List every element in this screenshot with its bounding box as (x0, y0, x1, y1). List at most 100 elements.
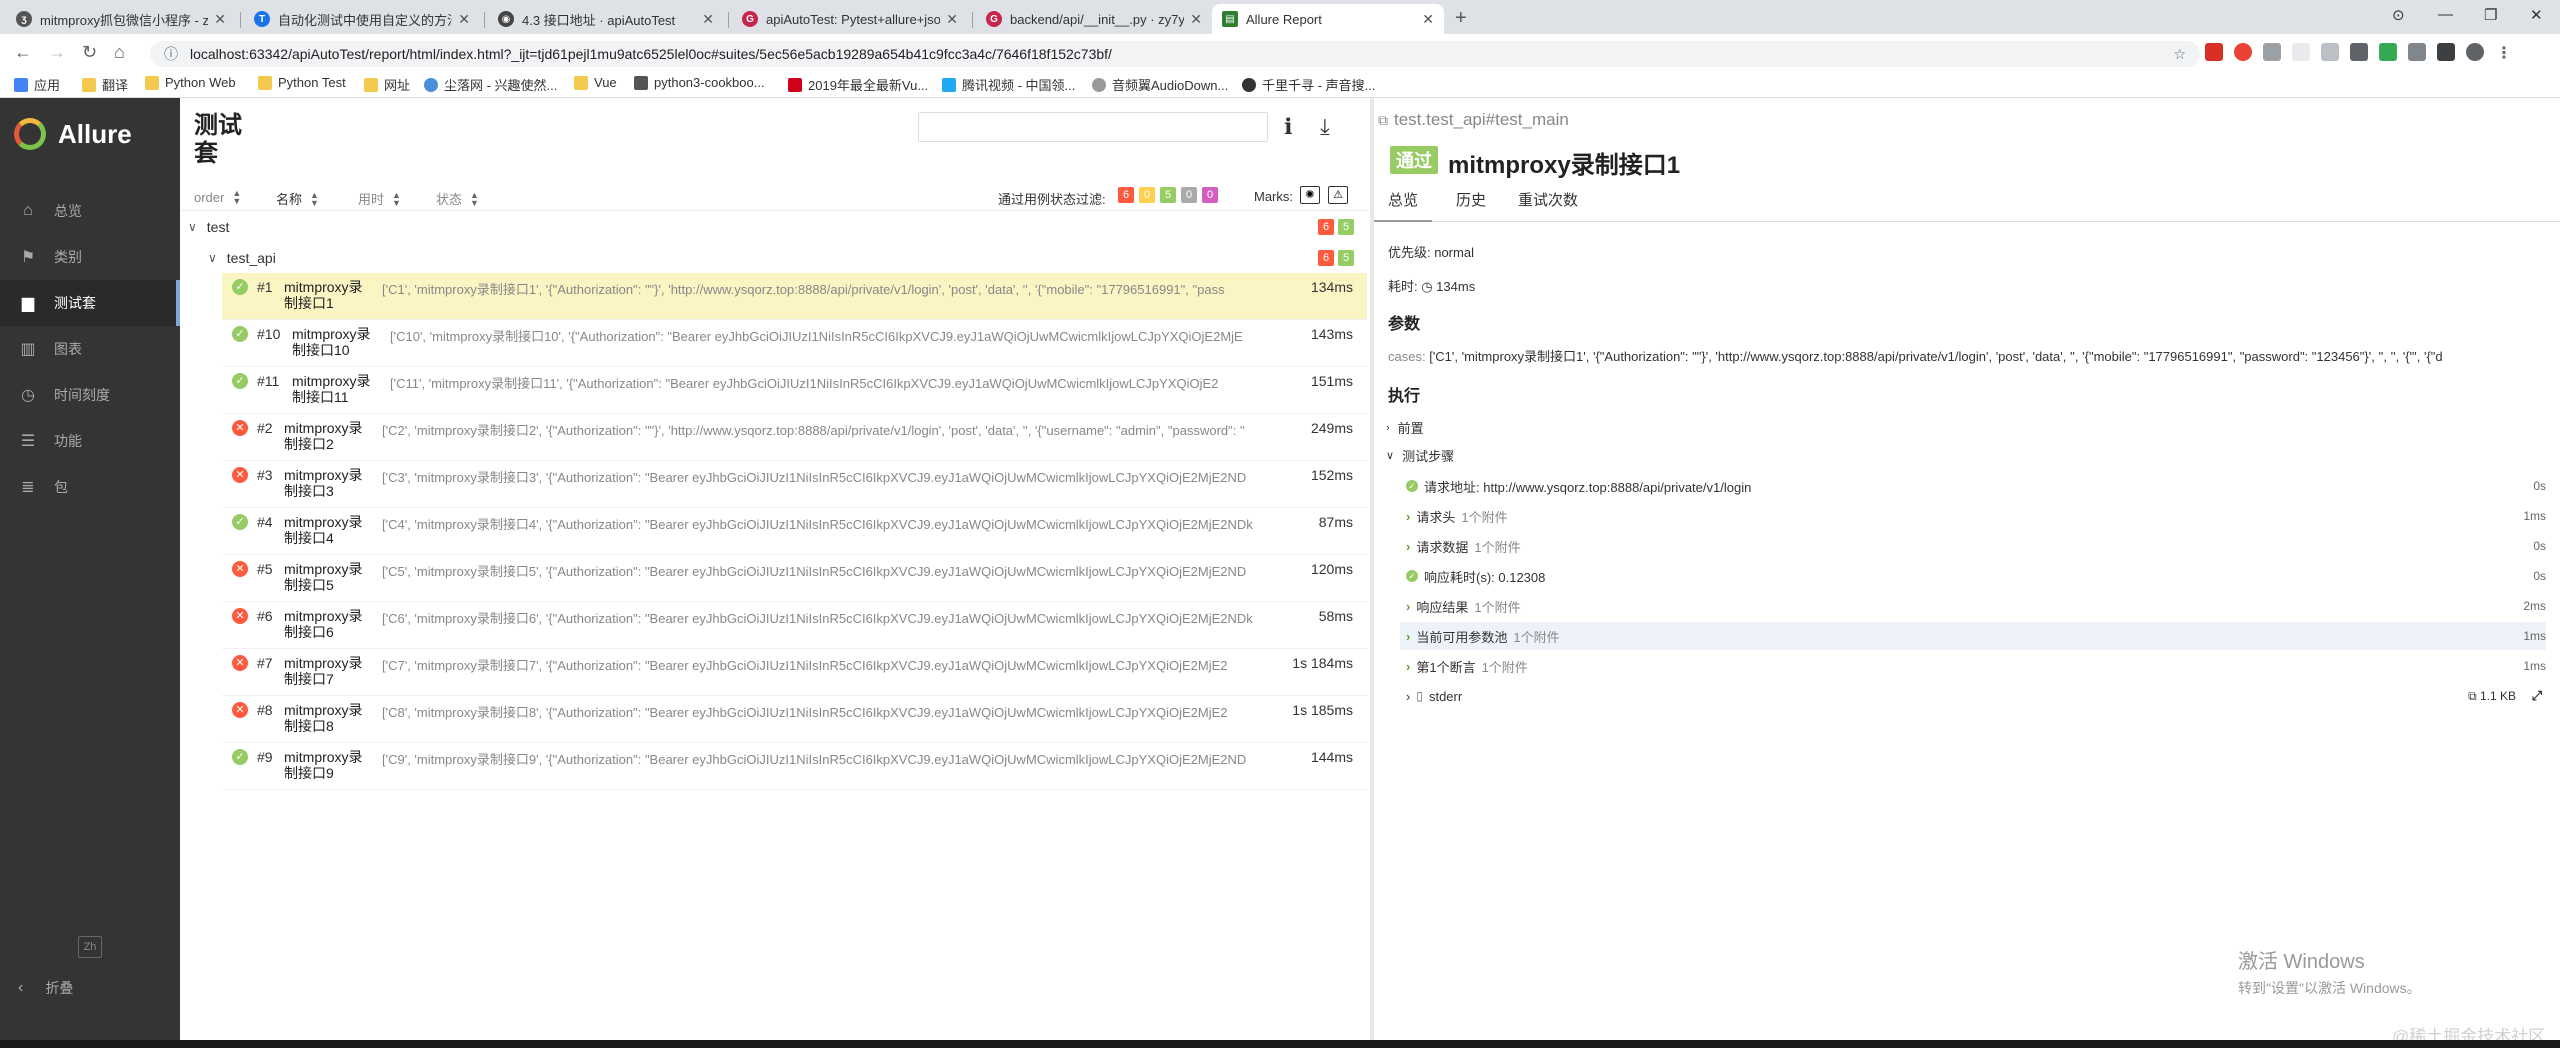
bookmark-item[interactable]: Python Web (145, 75, 236, 90)
sidebar-item-categories[interactable]: ⚑ 类别 (0, 234, 180, 280)
test-step[interactable]: ✓ 响应耗时(s): 0.12308 0s (1400, 562, 2546, 590)
test-body-toggle[interactable]: ∨ 测试步骤 (1386, 446, 1454, 465)
url-input[interactable]: ⓘ localhost:63342/apiAutoTest/report/htm… (150, 41, 2200, 67)
suite-group-test[interactable]: ∨ test 6 5 (180, 213, 1370, 241)
filter-broken-toggle[interactable]: 0 (1139, 187, 1155, 203)
allure-brand[interactable]: Allure (14, 118, 132, 150)
test-case-row[interactable]: ✕ #7 mitmproxy录制接口7 ['C7', 'mitmproxy录制接口7'… (222, 649, 1367, 696)
flaky-mark-icon[interactable]: ✺ (1300, 186, 1320, 204)
stderr-attachment[interactable]: › ▯ stderr ⧉ 1.1 KB ⤢ (1400, 682, 2546, 710)
test-step[interactable]: › 当前可用参数池 1个附件 1ms (1400, 622, 2546, 650)
setup-toggle[interactable]: › 前置 (1386, 418, 1424, 437)
search-input[interactable] (918, 112, 1268, 142)
bookmark-item[interactable]: Python Test (258, 75, 346, 90)
sort-order-button[interactable]: order ▲ ▼ (194, 189, 241, 206)
test-step[interactable]: › 请求数据 1个附件 0s (1400, 532, 2546, 560)
info-icon[interactable]: ℹ (1284, 114, 1292, 140)
language-switch-button[interactable]: Zh (78, 936, 102, 958)
bookmark-item[interactable]: 腾讯视频 - 中国领... (942, 75, 1075, 94)
bookmark-item[interactable]: 千里千寻 - 声音搜... (1242, 75, 1375, 94)
sort-status-button[interactable]: 状态 ▲ ▼ (436, 189, 479, 208)
copy-icon[interactable]: ⧉ (1378, 112, 1388, 129)
filter-passed-toggle[interactable]: 5 (1160, 187, 1176, 203)
filter-failed-toggle[interactable]: 6 (1118, 187, 1134, 203)
extension-icon[interactable] (2234, 43, 2252, 61)
close-tab-icon[interactable]: ✕ (946, 11, 958, 28)
test-case-row[interactable]: ✓ #11 mitmproxy录制接口11 ['C11', 'mitmproxy录制接… (222, 367, 1367, 414)
browser-tab-4[interactable]: G apiAutoTest: Pytest+allure+json ✕ (732, 4, 968, 34)
avatar[interactable] (2466, 43, 2484, 61)
test-case-row[interactable]: ✓ #4 mitmproxy录制接口4 ['C4', 'mitmproxy录制接口4'… (222, 508, 1367, 555)
filter-skipped-toggle[interactable]: 0 (1181, 187, 1197, 203)
close-window-icon[interactable]: ✕ (2530, 6, 2543, 24)
filter-unknown-toggle[interactable]: 0 (1202, 187, 1218, 203)
extension-icon[interactable] (2263, 43, 2281, 61)
home-icon[interactable]: ⌂ (114, 42, 125, 63)
sidebar-item-behaviors[interactable]: ☰ 功能 (0, 418, 180, 464)
bookmark-star-icon[interactable]: ☆ (2173, 41, 2186, 67)
puzzle-icon[interactable] (2437, 43, 2455, 61)
close-tab-icon[interactable]: ✕ (458, 11, 470, 28)
test-step[interactable]: › 第1个断言 1个附件 1ms (1400, 652, 2546, 680)
bookmark-item[interactable]: 翻译 (82, 75, 128, 94)
extension-icon[interactable] (2379, 43, 2397, 61)
test-case-row[interactable]: ✓ #9 mitmproxy录制接口9 ['C9', 'mitmproxy录制接口9'… (222, 743, 1367, 790)
test-case-row[interactable]: ✕ #2 mitmproxy录制接口2 ['C2', 'mitmproxy录制接口2'… (222, 414, 1367, 461)
bookmark-item[interactable]: Vue (574, 75, 617, 90)
browser-tab-1[interactable]: ʒ mitmproxy抓包微信小程序 - zy7y ✕ (6, 4, 236, 34)
bookmark-item[interactable]: python3-cookboo... (634, 75, 765, 90)
reload-icon[interactable]: ↻ (82, 42, 97, 63)
restore-icon[interactable]: ❐ (2484, 6, 2497, 24)
close-tab-icon[interactable]: ✕ (702, 11, 714, 28)
close-tab-icon[interactable]: ✕ (1422, 11, 1434, 28)
extension-icon[interactable] (2350, 43, 2368, 61)
test-case-duration: 1s 185ms (1292, 702, 1353, 718)
test-case-row[interactable]: ✓ #1 mitmproxy录制接口1 ['C1', 'mitmproxy录制接口1'… (222, 273, 1367, 320)
test-case-row[interactable]: ✕ #8 mitmproxy录制接口8 ['C8', 'mitmproxy录制接口8'… (222, 696, 1367, 743)
close-tab-icon[interactable]: ✕ (1190, 11, 1202, 28)
test-case-row[interactable]: ✓ #10 mitmproxy录制接口10 ['C10', 'mitmproxy录制接… (222, 320, 1367, 367)
new-tab-icon[interactable]: + (1455, 7, 1467, 30)
test-case-row[interactable]: ✕ #5 mitmproxy录制接口5 ['C5', 'mitmproxy录制接口5'… (222, 555, 1367, 602)
sidebar-item-graphs[interactable]: ▥ 图表 (0, 326, 180, 372)
expand-icon[interactable]: ⤢ (2532, 688, 2542, 704)
bookmark-item[interactable]: 音频翼AudioDown... (1092, 75, 1228, 94)
close-tab-icon[interactable]: ✕ (214, 11, 226, 28)
sidebar-item-suites[interactable]: ▆ 测试套 (0, 280, 180, 326)
bookmark-item[interactable]: 应用 (14, 75, 60, 94)
sidebar-item-overview[interactable]: ⌂ 总览 (0, 188, 180, 234)
bookmark-item[interactable]: 网址 (364, 75, 410, 94)
sidebar-item-packages[interactable]: ≣ 包 (0, 464, 180, 510)
test-step[interactable]: › 响应结果 1个附件 2ms (1400, 592, 2546, 620)
new-failed-mark-icon[interactable]: ⚠ (1328, 186, 1348, 204)
test-step[interactable]: ✓ 请求地址: http://www.ysqorz.top:8888/api/pr… (1400, 472, 2546, 500)
extension-icon[interactable] (2292, 43, 2310, 61)
extension-icon[interactable] (2321, 43, 2339, 61)
sort-name-button[interactable]: 名称 ▲ ▼ (276, 189, 319, 208)
bookmark-item[interactable]: 2019年最全最新Vu... (788, 75, 928, 94)
suite-group-test-api[interactable]: ∨ test_api 6 5 (180, 244, 1370, 272)
browser-tab-active[interactable]: ▤ Allure Report ✕ (1212, 4, 1444, 34)
extension-icon[interactable] (2408, 43, 2426, 61)
sidebar-item-timeline[interactable]: ◷ 时间刻度 (0, 372, 180, 418)
browser-tab-3[interactable]: ◉ 4.3 接口地址 · apiAutoTest ✕ (488, 4, 724, 34)
forward-icon[interactable]: → (48, 42, 66, 63)
extension-icon[interactable] (2205, 43, 2223, 61)
tab-retries[interactable]: 重试次数 (1504, 188, 1592, 222)
info-icon[interactable]: ⓘ (164, 41, 178, 67)
test-step[interactable]: › 请求头 1个附件 1ms (1400, 502, 2546, 530)
back-icon[interactable]: ← (14, 42, 32, 63)
browser-tab-2[interactable]: T 自动化测试中使用自定义的方法 ✕ (244, 4, 480, 34)
browser-tab-5[interactable]: G backend/api/__init__.py · zy7y ✕ (976, 4, 1212, 34)
menu-kebab-icon[interactable]: ⋮ (2495, 43, 2513, 62)
tab-search-icon[interactable]: ⊙ (2392, 6, 2405, 24)
bookmark-item[interactable]: 尘落网 - 兴趣使然... (424, 75, 557, 94)
sort-duration-button[interactable]: 用时 ▲ ▼ (358, 189, 401, 208)
test-case-row[interactable]: ✕ #3 mitmproxy录制接口3 ['C3', 'mitmproxy录制接口3'… (222, 461, 1367, 508)
download-icon[interactable]: ⤓ (1320, 114, 1330, 140)
minimize-icon[interactable]: — (2438, 6, 2453, 23)
tab-history[interactable]: 历史 (1442, 188, 1500, 222)
test-case-row[interactable]: ✕ #6 mitmproxy录制接口6 ['C6', 'mitmproxy录制接口6'… (222, 602, 1367, 649)
tab-overview[interactable]: 总览 (1374, 188, 1433, 222)
collapse-button[interactable]: ‹ 折叠 (18, 978, 73, 998)
